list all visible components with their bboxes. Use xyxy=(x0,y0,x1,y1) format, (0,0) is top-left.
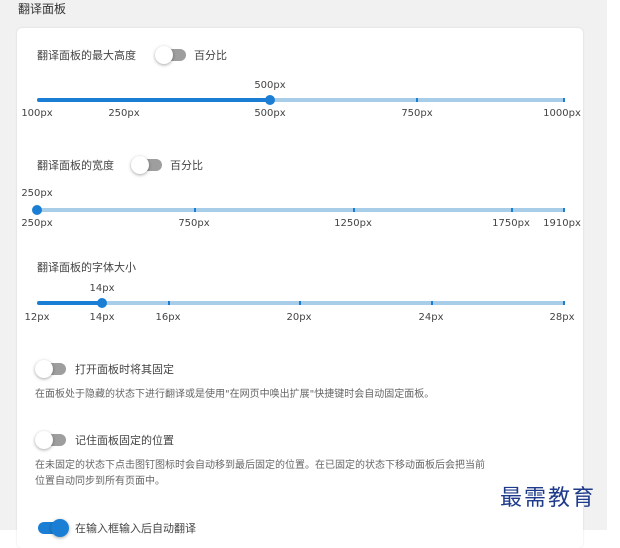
slider-mark: 1250px xyxy=(334,218,372,229)
toggle-knob xyxy=(35,431,53,449)
slider-mark: 1910px xyxy=(543,218,581,229)
slider-tick xyxy=(416,98,418,102)
pin-on-open-toggle[interactable] xyxy=(35,360,66,378)
remember-position-label: 记住面板固定的位置 xyxy=(75,434,174,447)
font-size-label: 翻译面板的字体大小 xyxy=(37,261,136,274)
toggle-knob xyxy=(51,519,69,537)
auto-translate-toggle[interactable] xyxy=(38,519,69,537)
slider-tick xyxy=(124,98,126,102)
slider-tick xyxy=(511,208,513,212)
max-height-percent-toggle[interactable] xyxy=(155,46,186,64)
slider-tick xyxy=(194,208,196,212)
slider-tick xyxy=(353,208,355,212)
remember-position-description-line2: 位置自动同步到所有页面中。 xyxy=(35,476,165,487)
font-size-slider[interactable] xyxy=(37,298,565,308)
slider-mark: 20px xyxy=(286,312,312,323)
slider-mark: 14px xyxy=(89,312,115,323)
slider-fill xyxy=(37,301,102,305)
width-value-tooltip: 250px xyxy=(21,188,53,199)
toggle-knob xyxy=(131,156,149,174)
slider-tick xyxy=(563,98,565,102)
pin-on-open-description: 在面板处于隐藏的状态下进行翻译或是使用"在网页中唤出扩展"快捷键时会自动固定面板… xyxy=(35,389,435,400)
slider-mark: 250px xyxy=(21,218,53,229)
slider-fill xyxy=(37,98,270,102)
width-percent-toggle[interactable] xyxy=(131,156,162,174)
slider-tick xyxy=(563,208,565,212)
font-size-slider-handle[interactable] xyxy=(97,298,107,308)
font-size-value-tooltip: 14px xyxy=(89,283,115,294)
slider-mark: 500px xyxy=(254,108,286,119)
max-height-slider[interactable] xyxy=(37,95,565,105)
slider-tick xyxy=(563,301,565,305)
slider-mark: 24px xyxy=(418,312,444,323)
slider-mark: 750px xyxy=(401,108,433,119)
toggle-knob xyxy=(155,46,173,64)
settings-card: 翻译面板的最大高度 百分比 500px 100px 250px 500px 75… xyxy=(17,28,583,548)
toggle-knob xyxy=(35,360,53,378)
slider-tick xyxy=(299,301,301,305)
max-height-value-tooltip: 500px xyxy=(254,80,286,91)
slider-mark: 1000px xyxy=(543,108,581,119)
max-height-label: 翻译面板的最大高度 xyxy=(37,49,136,62)
max-height-percent-label: 百分比 xyxy=(194,49,227,62)
slider-mark: 100px xyxy=(21,108,53,119)
width-label: 翻译面板的宽度 xyxy=(37,159,114,172)
width-slider-handle[interactable] xyxy=(32,205,42,215)
width-slider[interactable] xyxy=(32,205,565,215)
auto-translate-label: 在输入框输入后自动翻译 xyxy=(75,522,196,535)
pin-on-open-label: 打开面板时将其固定 xyxy=(75,363,174,376)
section-title: 翻译面板 xyxy=(18,2,67,16)
slider-mark: 250px xyxy=(108,108,140,119)
slider-mark: 1750px xyxy=(492,218,530,229)
slider-mark: 28px xyxy=(549,312,575,323)
width-percent-label: 百分比 xyxy=(170,159,203,172)
slider-mark: 12px xyxy=(24,312,50,323)
slider-tick xyxy=(168,301,170,305)
max-height-slider-handle[interactable] xyxy=(265,95,275,105)
slider-mark: 16px xyxy=(155,312,181,323)
slider-tick xyxy=(431,301,433,305)
slider-mark: 750px xyxy=(178,218,210,229)
page-right-margin xyxy=(607,0,620,530)
remember-position-description-line1: 在未固定的状态下点击图钉图标时会自动移到最后固定的位置。在已固定的状态下移动面板… xyxy=(35,460,485,471)
remember-position-toggle[interactable] xyxy=(35,431,66,449)
watermark-logo: 最需教育 xyxy=(500,486,597,511)
